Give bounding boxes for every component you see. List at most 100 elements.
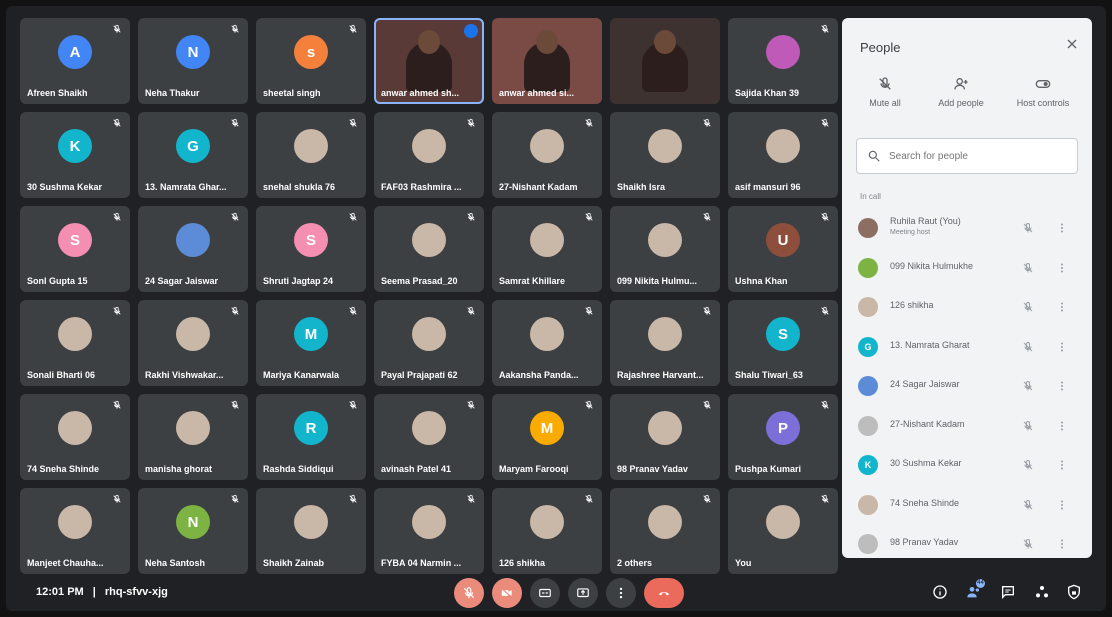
avatar: N: [176, 35, 210, 70]
participant-name: Shruti Jagtap 24: [263, 276, 334, 286]
more-vert-icon[interactable]: [1056, 379, 1068, 393]
participant-tile[interactable]: Payal Prajapati 62: [374, 300, 484, 386]
host-controls-button[interactable]: [1066, 584, 1082, 600]
participant-tile[interactable]: N Neha Thakur: [138, 18, 248, 104]
mic-off-icon[interactable]: [1022, 538, 1034, 550]
participant-tile[interactable]: 099 Nikita Hulmu...: [610, 206, 720, 292]
add-people-button[interactable]: Add people: [926, 76, 996, 108]
mic-off-icon[interactable]: [1022, 499, 1034, 511]
mic-off-icon[interactable]: [1022, 341, 1034, 353]
activities-button[interactable]: [1034, 584, 1050, 600]
search-people-field[interactable]: [856, 138, 1078, 174]
participant-tile[interactable]: Rakhi Vishwakar...: [138, 300, 248, 386]
mic-off-icon[interactable]: [1022, 222, 1034, 234]
search-people-input[interactable]: [887, 147, 1071, 165]
shield-lock-icon: [1068, 584, 1080, 600]
more-vert-icon[interactable]: [1056, 300, 1068, 314]
more-vert-icon[interactable]: [1056, 419, 1068, 433]
mic-off-icon[interactable]: [1022, 380, 1034, 392]
meeting-details-button[interactable]: [932, 584, 948, 600]
participant-row[interactable]: 74 Sneha Shinde: [842, 485, 1092, 525]
participant-tile[interactable]: avinash Patel 41: [374, 394, 484, 480]
avatar: [412, 317, 446, 352]
chat-button[interactable]: [1000, 584, 1016, 600]
more-vert-icon[interactable]: [1056, 340, 1068, 354]
participant-tile[interactable]: Rajashree Harvant...: [610, 300, 720, 386]
participant-tile[interactable]: S Shruti Jagtap 24: [256, 206, 366, 292]
participant-tile[interactable]: Sonali Bharti 06: [20, 300, 130, 386]
participant-tile[interactable]: K 30 Sushma Kekar: [20, 112, 130, 198]
participant-tile[interactable]: M Mariya Kanarwala: [256, 300, 366, 386]
people-button[interactable]: 44: [966, 579, 985, 600]
participant-tile[interactable]: A Afreen Shaikh: [20, 18, 130, 104]
participant-tile[interactable]: [610, 18, 720, 104]
camera-off-button[interactable]: [492, 578, 522, 608]
participant-tile[interactable]: You: [728, 488, 838, 574]
mic-off-icon[interactable]: [1022, 420, 1034, 432]
mute-all-button[interactable]: Mute all: [850, 76, 920, 108]
participant-name: Seema Prasad_20: [381, 276, 458, 286]
participant-name: 74 Sneha Shinde: [890, 497, 960, 508]
participant-tile[interactable]: anwar ahmed si...: [492, 18, 602, 104]
mic-off-icon[interactable]: [1022, 262, 1034, 274]
mic-off-icon[interactable]: [1022, 459, 1034, 471]
participant-tile[interactable]: 74 Sneha Shinde: [20, 394, 130, 480]
participant-tile[interactable]: S Sonl Gupta 15: [20, 206, 130, 292]
more-vert-icon[interactable]: [1056, 498, 1068, 512]
participant-tile[interactable]: R Rashda Siddiqui: [256, 394, 366, 480]
participant-row[interactable]: 27-Nishant Kadam: [842, 406, 1092, 446]
participant-tile[interactable]: Aakansha Panda...: [492, 300, 602, 386]
participant-tile[interactable]: manisha ghorat: [138, 394, 248, 480]
participant-tile[interactable]: 126 shikha: [492, 488, 602, 574]
participant-tile[interactable]: asif mansuri 96: [728, 112, 838, 198]
participant-tile[interactable]: G 13. Namrata Ghar...: [138, 112, 248, 198]
participant-tile[interactable]: 24 Sagar Jaiswar: [138, 206, 248, 292]
captions-button[interactable]: [530, 578, 560, 608]
participant-row[interactable]: G 13. Namrata Gharat: [842, 327, 1092, 367]
participant-tile[interactable]: Shaikh Isra: [610, 112, 720, 198]
more-vert-icon[interactable]: [1056, 261, 1068, 275]
participant-tile[interactable]: anwar ahmed sh...: [374, 18, 484, 104]
more-vert-icon[interactable]: [1056, 537, 1068, 551]
participant-name: sheetal singh: [263, 88, 321, 98]
host-controls-panel-button[interactable]: Host controls: [1008, 76, 1078, 108]
participant-tile[interactable]: P Pushpa Kumari: [728, 394, 838, 480]
mic-off-button[interactable]: [454, 578, 484, 608]
participant-row[interactable]: 24 Sagar Jaiswar: [842, 366, 1092, 406]
participant-tile[interactable]: FYBA 04 Narmin ...: [374, 488, 484, 574]
participant-row[interactable]: 126 shikha: [842, 287, 1092, 327]
avatar: [530, 129, 564, 164]
participant-tile[interactable]: Shaikh Zainab: [256, 488, 366, 574]
participant-tile[interactable]: s sheetal singh: [256, 18, 366, 104]
mic-off-icon[interactable]: [1022, 301, 1034, 313]
close-panel-button[interactable]: [1064, 36, 1080, 52]
leave-call-button[interactable]: [644, 578, 684, 608]
more-vert-icon[interactable]: [1056, 458, 1068, 472]
participant-tile[interactable]: 98 Pranav Yadav: [610, 394, 720, 480]
participant-tile[interactable]: Samrat Khillare: [492, 206, 602, 292]
mic-off-icon: [702, 118, 712, 128]
participant-name: Pushpa Kumari: [735, 464, 802, 474]
avatar: N: [176, 505, 210, 540]
pin-icon[interactable]: [1056, 221, 1068, 235]
participant-tile[interactable]: snehal shukla 76: [256, 112, 366, 198]
pin-icon[interactable]: [464, 24, 478, 38]
participant-row[interactable]: 98 Pranav Yadav: [842, 524, 1092, 558]
participant-tile[interactable]: 2 others: [610, 488, 720, 574]
participant-tile[interactable]: U Ushna Khan: [728, 206, 838, 292]
participant-row[interactable]: 099 Nikita Hulmukhe: [842, 248, 1092, 288]
participant-tile[interactable]: FAF03 Rashmira ...: [374, 112, 484, 198]
present-button[interactable]: [568, 578, 598, 608]
participant-tile[interactable]: Sajida Khan 39: [728, 18, 838, 104]
panel-title: People: [860, 40, 901, 55]
participant-tile[interactable]: 27-Nishant Kadam: [492, 112, 602, 198]
participant-tile[interactable]: Manjeet Chauha...: [20, 488, 130, 574]
participant-tile[interactable]: N Neha Santosh: [138, 488, 248, 574]
participant-row[interactable]: K 30 Sushma Kekar: [842, 445, 1092, 485]
participant-tile[interactable]: M Maryam Farooqi: [492, 394, 602, 480]
participant-tile[interactable]: S Shalu Tiwari_63: [728, 300, 838, 386]
more-options-button[interactable]: [606, 578, 636, 608]
participant-tile[interactable]: Seema Prasad_20: [374, 206, 484, 292]
participant-row[interactable]: Ruhila Raut (You) Meeting host: [842, 208, 1092, 248]
avatar: [176, 317, 210, 352]
